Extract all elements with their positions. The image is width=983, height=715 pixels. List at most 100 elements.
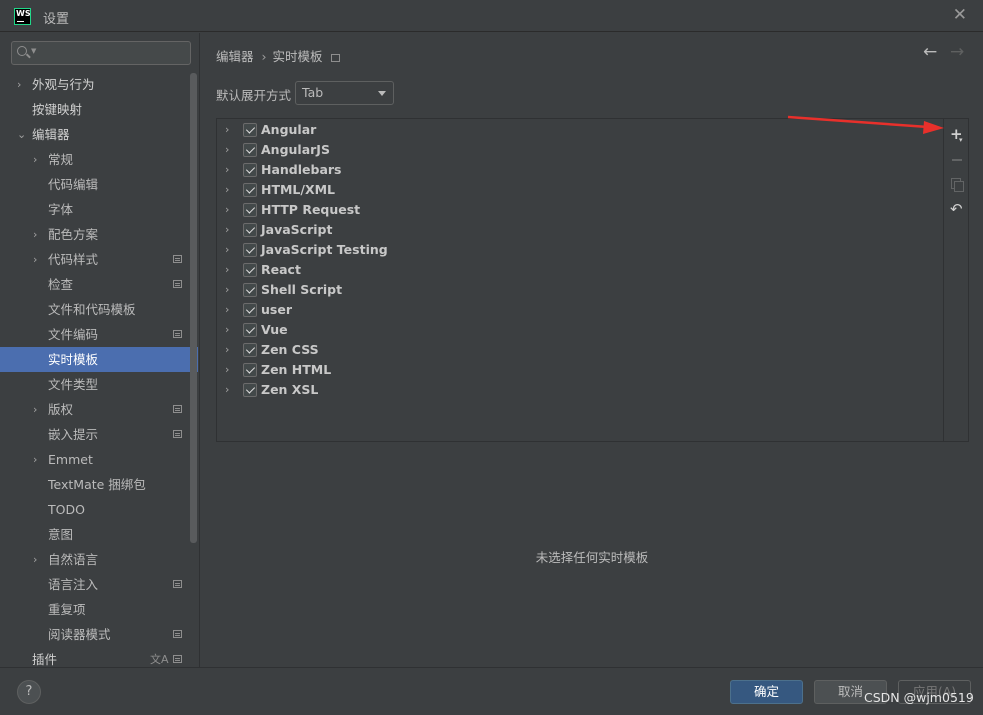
- sidebar-item[interactable]: 文件编码: [0, 322, 198, 347]
- template-group-name: user: [261, 302, 292, 317]
- sidebar-item[interactable]: › 外观与行为: [0, 72, 198, 97]
- chevron-right-icon[interactable]: ›: [225, 220, 229, 240]
- sidebar-item[interactable]: 语言注入: [0, 572, 198, 597]
- chevron-right-icon[interactable]: ›: [33, 222, 37, 247]
- sidebar-item[interactable]: 文件和代码模板: [0, 297, 198, 322]
- template-group-row[interactable]: › Zen HTML: [217, 360, 943, 380]
- sidebar-item[interactable]: 意图: [0, 522, 198, 547]
- webstorm-logo-icon: WS: [14, 8, 31, 25]
- template-group-checkbox[interactable]: [243, 383, 257, 397]
- sidebar-item[interactable]: › Emmet: [0, 447, 198, 472]
- sidebar-item[interactable]: 文件类型: [0, 372, 198, 397]
- breadcrumb: 编辑器 › 实时模板: [216, 46, 340, 65]
- template-group-row[interactable]: › user: [217, 300, 943, 320]
- template-group-row[interactable]: › Angular: [217, 120, 943, 140]
- search-input[interactable]: ▼: [11, 41, 191, 65]
- sidebar-item[interactable]: 实时模板: [0, 347, 198, 372]
- sidebar-item[interactable]: 字体: [0, 197, 198, 222]
- template-group-row[interactable]: › Handlebars: [217, 160, 943, 180]
- template-group-row[interactable]: › HTML/XML: [217, 180, 943, 200]
- chevron-right-icon[interactable]: ›: [225, 260, 229, 280]
- breadcrumb-parent[interactable]: 编辑器: [216, 49, 254, 64]
- forward-arrow-icon[interactable]: →: [950, 42, 964, 62]
- template-group-row[interactable]: › Shell Script: [217, 280, 943, 300]
- watermark: CSDN @wjm0519: [864, 690, 974, 705]
- template-group-row[interactable]: › Vue: [217, 320, 943, 340]
- chevron-right-icon[interactable]: ›: [225, 140, 229, 160]
- chevron-right-icon[interactable]: ›: [225, 160, 229, 180]
- template-groups-list: › Angular › AngularJS › Handlebars › HTML/XML › H…: [217, 120, 943, 400]
- template-group-row[interactable]: › AngularJS: [217, 140, 943, 160]
- template-group-checkbox[interactable]: [243, 203, 257, 217]
- chevron-right-icon[interactable]: ›: [225, 200, 229, 220]
- sidebar-item[interactable]: TODO: [0, 497, 198, 522]
- sidebar-item-label: 字体: [48, 202, 74, 217]
- sidebar-item[interactable]: 嵌入提示: [0, 422, 198, 447]
- template-group-checkbox[interactable]: [243, 163, 257, 177]
- chevron-right-icon[interactable]: ›: [225, 120, 229, 140]
- chevron-right-icon[interactable]: ›: [33, 147, 37, 172]
- template-group-checkbox[interactable]: [243, 303, 257, 317]
- remove-icon[interactable]: [950, 153, 964, 167]
- template-group-checkbox[interactable]: [243, 363, 257, 377]
- template-group-checkbox[interactable]: [243, 183, 257, 197]
- template-group-checkbox[interactable]: [243, 283, 257, 297]
- sidebar-item[interactable]: 阅读器模式: [0, 622, 198, 647]
- template-group-checkbox[interactable]: [243, 243, 257, 257]
- chevron-right-icon[interactable]: ›: [17, 72, 21, 97]
- chevron-right-icon[interactable]: ›: [225, 300, 229, 320]
- sidebar-item-label: 版权: [48, 402, 74, 417]
- project-scope-icon: [173, 405, 182, 413]
- template-group-checkbox[interactable]: [243, 223, 257, 237]
- add-icon[interactable]: + ▾: [950, 127, 964, 145]
- sidebar-item[interactable]: › 版权: [0, 397, 198, 422]
- template-group-checkbox[interactable]: [243, 343, 257, 357]
- template-group-checkbox[interactable]: [243, 263, 257, 277]
- chevron-right-icon[interactable]: ›: [225, 360, 229, 380]
- no-selection-message: 未选择任何实时模板: [535, 550, 649, 565]
- chevron-right-icon[interactable]: ›: [225, 280, 229, 300]
- help-button[interactable]: ?: [17, 680, 41, 704]
- chevron-right-icon[interactable]: ›: [33, 547, 37, 572]
- sidebar-item[interactable]: 按键映射: [0, 97, 198, 122]
- sidebar-item[interactable]: › 配色方案: [0, 222, 198, 247]
- close-icon[interactable]: ✕: [953, 5, 967, 25]
- template-group-name: JavaScript Testing: [261, 242, 388, 257]
- ok-button[interactable]: 确定: [730, 680, 803, 704]
- back-arrow-icon[interactable]: ←: [923, 42, 937, 62]
- template-group-row[interactable]: › Zen CSS: [217, 340, 943, 360]
- sidebar-item[interactable]: › 自然语言: [0, 547, 198, 572]
- sidebar-item[interactable]: 检查: [0, 272, 198, 297]
- sidebar-item[interactable]: › 常规: [0, 147, 198, 172]
- chevron-right-icon[interactable]: ›: [225, 320, 229, 340]
- chevron-right-icon[interactable]: ›: [33, 247, 37, 272]
- sidebar-item[interactable]: › 代码样式: [0, 247, 198, 272]
- template-group-checkbox[interactable]: [243, 123, 257, 137]
- chevron-right-icon[interactable]: ›: [225, 380, 229, 400]
- chevron-right-icon[interactable]: ›: [33, 397, 37, 422]
- sidebar-item-label: 文件和代码模板: [48, 302, 136, 317]
- template-group-row[interactable]: › React: [217, 260, 943, 280]
- sidebar-item[interactable]: 重复项: [0, 597, 198, 622]
- expand-with-dropdown[interactable]: Tab: [295, 81, 394, 105]
- copy-icon[interactable]: [950, 177, 964, 192]
- chevron-right-icon[interactable]: ›: [225, 180, 229, 200]
- restore-icon[interactable]: ↶: [950, 202, 964, 217]
- chevron-right-icon[interactable]: ›: [225, 340, 229, 360]
- sidebar-item[interactable]: ⌄ 编辑器: [0, 122, 198, 147]
- template-group-row[interactable]: › HTTP Request: [217, 200, 943, 220]
- sidebar-item[interactable]: 代码编辑: [0, 172, 198, 197]
- template-group-row[interactable]: › Zen XSL: [217, 380, 943, 400]
- template-group-row[interactable]: › JavaScript Testing: [217, 240, 943, 260]
- chevron-right-icon[interactable]: ›: [225, 240, 229, 260]
- live-templates-panel: › Angular › AngularJS › Handlebars › HTML/XML › H…: [216, 118, 969, 442]
- template-group-checkbox[interactable]: [243, 143, 257, 157]
- chevron-down-icon[interactable]: ⌄: [17, 122, 26, 147]
- chevron-right-icon[interactable]: ›: [33, 447, 37, 472]
- template-group-name: AngularJS: [261, 142, 330, 157]
- sidebar-item-label: TextMate 捆绑包: [48, 477, 146, 492]
- template-group-checkbox[interactable]: [243, 323, 257, 337]
- template-group-row[interactable]: › JavaScript: [217, 220, 943, 240]
- sidebar-scrollbar[interactable]: [190, 73, 197, 543]
- sidebar-item[interactable]: TextMate 捆绑包: [0, 472, 198, 497]
